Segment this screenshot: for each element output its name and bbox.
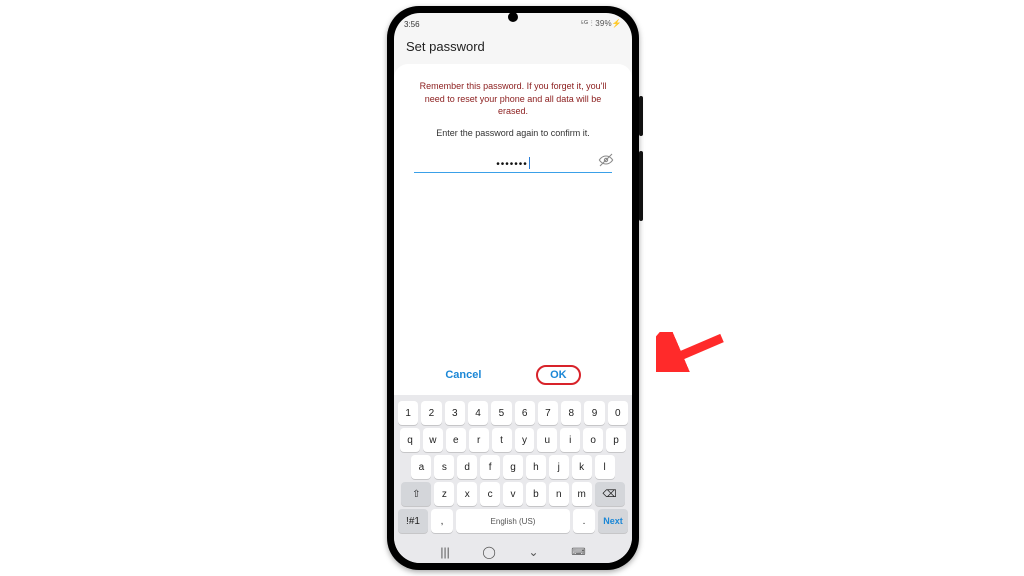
key-z[interactable]: z [434,482,454,506]
key-f[interactable]: f [480,455,500,479]
front-camera [508,12,518,22]
nav-home-icon[interactable]: ◯ [482,545,495,559]
key-l[interactable]: l [595,455,615,479]
key-backspace[interactable]: ⌫ [595,482,625,506]
key-0[interactable]: 0 [608,401,628,425]
nav-back-icon[interactable]: ⌄ [528,545,538,559]
key-m[interactable]: m [572,482,592,506]
key-y[interactable]: y [515,428,535,452]
key-w[interactable]: w [423,428,443,452]
key-h[interactable]: h [526,455,546,479]
key-symbols[interactable]: !#1 [398,509,428,533]
key-c[interactable]: c [480,482,500,506]
nav-bar: ||| ◯ ⌄ ⌨ [394,540,632,563]
action-row: Cancel OK [408,365,618,395]
warning-text: Remember this password. If you forget it… [408,80,618,128]
key-u[interactable]: u [537,428,557,452]
key-2[interactable]: 2 [421,401,441,425]
key-q[interactable]: q [400,428,420,452]
annotation-arrow-icon [656,332,726,372]
status-right: ⁵ᴳ ⫶ 39%⚡ [580,19,622,29]
nav-recent-icon[interactable]: ||| [440,545,449,559]
key-r[interactable]: r [469,428,489,452]
key-1[interactable]: 1 [398,401,418,425]
password-input[interactable]: ••••••• [414,154,612,173]
content-card: Remember this password. If you forget it… [394,64,632,395]
side-button-volume [639,151,643,221]
key-b[interactable]: b [526,482,546,506]
page-title: Set password [394,33,632,64]
key-period[interactable]: . [573,509,595,533]
key-j[interactable]: j [549,455,569,479]
key-v[interactable]: v [503,482,523,506]
text-cursor [529,157,530,169]
key-6[interactable]: 6 [515,401,535,425]
key-o[interactable]: o [583,428,603,452]
key-p[interactable]: p [606,428,626,452]
key-8[interactable]: 8 [561,401,581,425]
visibility-toggle-icon[interactable] [598,152,614,171]
keyboard-row-5: !#1 , English (US) . Next [398,509,628,533]
key-7[interactable]: 7 [538,401,558,425]
key-e[interactable]: e [446,428,466,452]
key-5[interactable]: 5 [491,401,511,425]
screen: 3:56 ⁵ᴳ ⫶ 39%⚡ Set password Remember thi… [394,13,632,563]
keyboard-row-1: 1 2 3 4 5 6 7 8 9 0 [398,401,628,425]
prompt-text: Enter the password again to confirm it. [408,128,618,138]
cancel-button[interactable]: Cancel [445,369,481,381]
key-s[interactable]: s [434,455,454,479]
keyboard-row-2: q w e r t y u i o p [398,428,628,452]
key-shift[interactable]: ⇧ [401,482,431,506]
status-time: 3:56 [404,20,420,29]
key-4[interactable]: 4 [468,401,488,425]
key-d[interactable]: d [457,455,477,479]
keyboard-row-3: a s d f g h j k l [398,455,628,479]
key-next[interactable]: Next [598,509,628,533]
password-field-row: ••••••• [414,154,612,173]
ok-button[interactable]: OK [536,365,581,385]
keyboard-row-4: ⇧ z x c v b n m ⌫ [398,482,628,506]
key-t[interactable]: t [492,428,512,452]
key-k[interactable]: k [572,455,592,479]
key-space[interactable]: English (US) [456,509,570,533]
key-9[interactable]: 9 [584,401,604,425]
keyboard: 1 2 3 4 5 6 7 8 9 0 q w e r t y [394,395,632,540]
key-g[interactable]: g [503,455,523,479]
nav-keyboard-icon[interactable]: ⌨ [571,547,585,558]
key-comma[interactable]: , [431,509,453,533]
key-x[interactable]: x [457,482,477,506]
key-i[interactable]: i [560,428,580,452]
side-button-power [639,96,643,136]
phone-frame: 3:56 ⁵ᴳ ⫶ 39%⚡ Set password Remember thi… [387,6,639,570]
password-mask: ••••••• [496,159,528,170]
key-a[interactable]: a [411,455,431,479]
key-3[interactable]: 3 [445,401,465,425]
key-n[interactable]: n [549,482,569,506]
